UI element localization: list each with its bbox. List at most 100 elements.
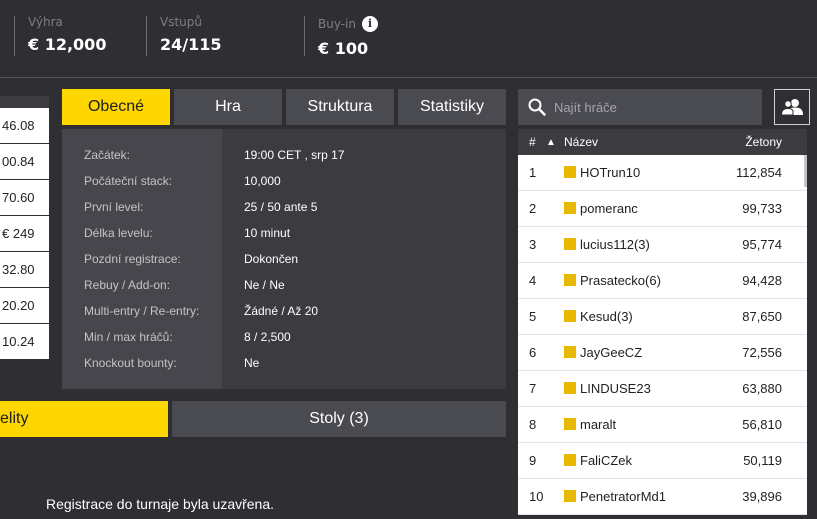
column-header-chips[interactable]: Žetony [745, 135, 782, 149]
search-input[interactable] [554, 99, 754, 115]
stat-buyin-value: € 100 [318, 39, 369, 58]
info-value-multi-entry: Žádné / Až 20 [244, 304, 319, 318]
player-chips: 112,854 [735, 165, 782, 180]
player-chips: 50,119 [743, 453, 782, 468]
left-table-cell: € 249 [0, 216, 49, 252]
player-name: pomeranc [580, 201, 638, 216]
player-name: Prasatecko(6) [580, 273, 661, 288]
player-chips: 63,880 [742, 381, 782, 396]
player-chips: 99,733 [742, 201, 782, 216]
player-name: PenetratorMd1 [580, 489, 666, 504]
players-table-scrollbar[interactable] [804, 155, 807, 187]
left-table-cell: 10.24 [0, 324, 49, 360]
player-rank: 10 [529, 489, 544, 504]
info-label-level-length: Délka levelu: [84, 226, 153, 240]
column-header-rank[interactable]: # [529, 135, 536, 149]
left-table-cell: 20.20 [0, 288, 49, 324]
player-marker-icon [564, 346, 576, 358]
info-value-starting-stack: 10,000 [244, 174, 281, 188]
player-rank: 4 [529, 273, 537, 288]
left-table-cell: 70.60 [0, 180, 49, 216]
player-marker-icon [564, 490, 576, 502]
stat-entries-label: Vstupů [160, 15, 202, 29]
tab-game[interactable]: Hra [174, 89, 282, 125]
table-row[interactable]: 1 HOTrun10 112,854 [518, 155, 807, 191]
left-table-column: 46.08 00.84 70.60 € 249 32.80 20.20 10.2… [0, 96, 49, 360]
stat-entries-value: 24/115 [160, 35, 222, 54]
players-table-body: 1 HOTrun10 112,854 2 pomeranc 99,733 3 lucius11… [518, 155, 807, 515]
player-rank: 8 [529, 417, 537, 432]
info-label-multi-entry: Multi-entry / Re-entry: [84, 304, 200, 318]
player-chips: 95,774 [742, 237, 782, 252]
player-name: Kesud(3) [580, 309, 633, 324]
table-row[interactable]: 4 Prasatecko(6) 94,428 [518, 263, 807, 299]
player-marker-icon [564, 202, 576, 214]
player-rank: 7 [529, 381, 537, 396]
player-name: HOTrun10 [580, 165, 641, 180]
tab-tables[interactable]: Stoly (3) [172, 401, 506, 437]
player-marker-icon [564, 166, 576, 178]
stat-prize: Výhra € 12,000 [14, 16, 106, 56]
table-row[interactable]: 3 lucius112(3) 95,774 [518, 227, 807, 263]
left-table-header [0, 96, 49, 108]
player-rank: 5 [529, 309, 537, 324]
table-row[interactable]: 8 maralt 56,810 [518, 407, 807, 443]
stat-buyin-label-text: Buy-in [318, 17, 356, 31]
info-label-rebuy-addon: Rebuy / Add-on: [84, 278, 171, 292]
tab-structure[interactable]: Struktura [286, 89, 394, 125]
player-search [518, 89, 762, 125]
stat-buyin: Buy-in i € 100 [304, 16, 378, 58]
player-name: FaliCZek [580, 453, 633, 468]
player-rank: 1 [529, 165, 537, 180]
table-row[interactable]: 5 Kesud(3) 87,650 [518, 299, 807, 335]
left-table-cell: 46.08 [0, 108, 49, 144]
info-label-min-max-players: Min / max hráčů: [84, 330, 173, 344]
info-value-level-length: 10 minut [244, 226, 291, 240]
table-row[interactable]: 9 FaliCZek 50,119 [518, 443, 807, 479]
info-value-start: 19:00 CET , srp 17 [244, 148, 345, 162]
player-name: LINDUSE23 [580, 381, 651, 396]
stat-buyin-label: Buy-in i [318, 16, 378, 32]
player-name: JayGeeCZ [580, 345, 643, 360]
registration-closed-message: Registrace do turnaje byla uzavřena. [46, 496, 275, 512]
table-row[interactable]: 7 LINDUSE23 63,880 [518, 371, 807, 407]
tab-details[interactable]: elity [0, 401, 168, 437]
sort-ascending-icon[interactable]: ▲ [546, 137, 556, 148]
player-marker-icon [564, 238, 576, 250]
player-chips: 72,556 [742, 345, 782, 360]
tournament-stats: Výhra € 12,000 Vstupů 24/115 Buy-in i € … [0, 0, 817, 78]
info-label-first-level: První level: [84, 200, 144, 214]
left-table-cell: 32.80 [0, 252, 49, 288]
player-rank: 2 [529, 201, 537, 216]
tab-general[interactable]: Obecné [62, 89, 170, 125]
players-table: # ▲ Název Žetony 1 HOTrun10 112,854 2 pomera… [518, 129, 807, 515]
player-rank: 6 [529, 345, 537, 360]
stat-prize-value: € 12,000 [28, 35, 107, 54]
info-label-start: Začátek: [84, 148, 131, 162]
stat-entries: Vstupů 24/115 [146, 16, 222, 56]
table-row[interactable]: 6 JayGeeCZ 72,556 [518, 335, 807, 371]
players-icon [781, 99, 803, 116]
table-row[interactable]: 2 pomeranc 99,733 [518, 191, 807, 227]
info-value-first-level: 25 / 50 ante 5 [244, 200, 318, 214]
tournament-info-panel: Začátek: 19:00 CET , srp 17 Počáteční st… [62, 129, 506, 389]
table-row[interactable]: 10 PenetratorMd1 39,896 [518, 479, 807, 515]
info-value-rebuy-addon: Ne / Ne [244, 278, 285, 292]
player-chips: 87,650 [742, 309, 782, 324]
players-table-header: # ▲ Název Žetony [518, 129, 807, 155]
info-label-late-registration: Pozdní registrace: [84, 252, 181, 266]
player-name: lucius112(3) [580, 237, 650, 252]
column-header-name[interactable]: Název [564, 135, 598, 149]
player-marker-icon [564, 382, 576, 394]
info-label-knockout-bounty: Knockout bounty: [84, 356, 177, 370]
info-value-late-registration: Dokončen [244, 252, 299, 266]
info-value-min-max-players: 8 / 2,500 [244, 330, 291, 344]
player-rank: 9 [529, 453, 537, 468]
tab-statistics[interactable]: Statistiky [398, 89, 506, 125]
player-marker-icon [564, 454, 576, 466]
player-marker-icon [564, 418, 576, 430]
player-marker-icon [564, 274, 576, 286]
players-button[interactable] [774, 89, 810, 125]
info-icon[interactable]: i [362, 16, 378, 32]
stat-prize-label: Výhra [28, 15, 63, 29]
